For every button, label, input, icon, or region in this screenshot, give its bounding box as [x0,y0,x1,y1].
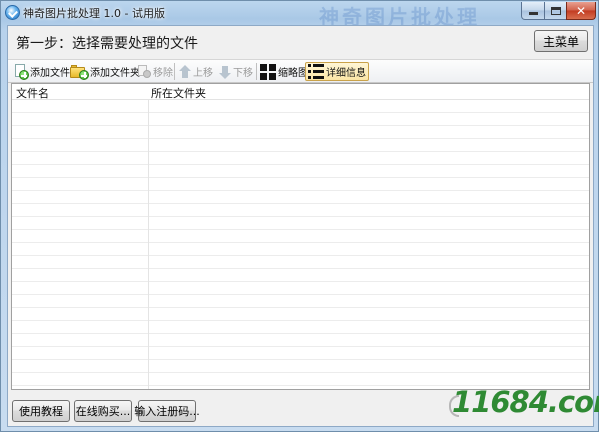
page-title: 第一步：选择需要处理的文件 [16,36,198,52]
move-down-label: 下移 [233,68,253,79]
app-icon [5,5,20,20]
site-watermark-text: 11684.com [452,385,599,419]
maximize-button[interactable] [544,2,567,20]
thumbnail-view-button[interactable]: 缩略图 [260,62,308,81]
minimize-icon [528,12,538,15]
arrow-down-icon [219,65,231,79]
remove-button[interactable]: 移除 [138,62,173,81]
grid-icon [260,63,276,80]
move-up-button[interactable]: 上移 [179,62,213,81]
step-header: 第一步：选择需要处理的文件 主菜单 [8,26,593,58]
add-folder-icon [70,64,89,80]
file-list-header: 文件名 所在文件夹 [12,84,589,100]
move-up-label: 上移 [193,68,213,79]
help-button[interactable]: 使用教程 [12,400,70,422]
add-file-button[interactable]: 添加文件 [14,62,70,81]
add-folder-button[interactable]: 添加文件夹 [70,62,140,81]
close-button[interactable]: ✕ [566,2,596,20]
add-file-icon [14,63,29,80]
buy-online-button[interactable]: 在线购买... [74,400,132,422]
column-divider [148,100,149,389]
title-bar[interactable]: 神奇图片批处理 1.0 - 试用版 神奇图片批处理 ✕ [1,1,599,29]
detail-view-button[interactable]: 详细信息 [305,62,369,81]
site-watermark: 11684.com [449,381,599,425]
client-area: 第一步：选择需要处理的文件 主菜单 添加文件 添加文件夹 移除 上移 下移 缩略… [7,25,594,427]
maximize-icon [550,6,561,15]
list-icon [308,64,324,79]
toolbar-divider [256,63,257,80]
main-menu-button[interactable]: 主菜单 [534,30,588,52]
file-list-rows[interactable] [12,100,589,389]
remove-icon [138,65,151,78]
window-title: 神奇图片批处理 1.0 - 试用版 [23,7,165,20]
add-file-label: 添加文件 [30,68,70,79]
detail-view-label: 详细信息 [326,68,366,79]
arrow-up-icon [179,64,191,79]
app-window: 神奇图片批处理 1.0 - 试用版 神奇图片批处理 ✕ 第一步：选择需要处理的文… [0,0,599,432]
minimize-button[interactable] [521,2,545,20]
toolbar-divider [174,63,175,80]
remove-label: 移除 [153,68,173,79]
toolbar: 添加文件 添加文件夹 移除 上移 下移 缩略图 详细信息 [8,59,593,83]
close-icon: ✕ [575,3,587,18]
column-header-folder[interactable]: 所在文件夹 [151,85,206,101]
enter-registration-button[interactable]: 输入注册码... [134,400,200,422]
add-folder-label: 添加文件夹 [90,68,140,79]
column-header-filename[interactable]: 文件名 [16,85,49,101]
move-down-button[interactable]: 下移 [219,62,253,81]
file-list[interactable]: 文件名 所在文件夹 [11,83,590,390]
thumbnail-view-label: 缩略图 [278,68,308,79]
